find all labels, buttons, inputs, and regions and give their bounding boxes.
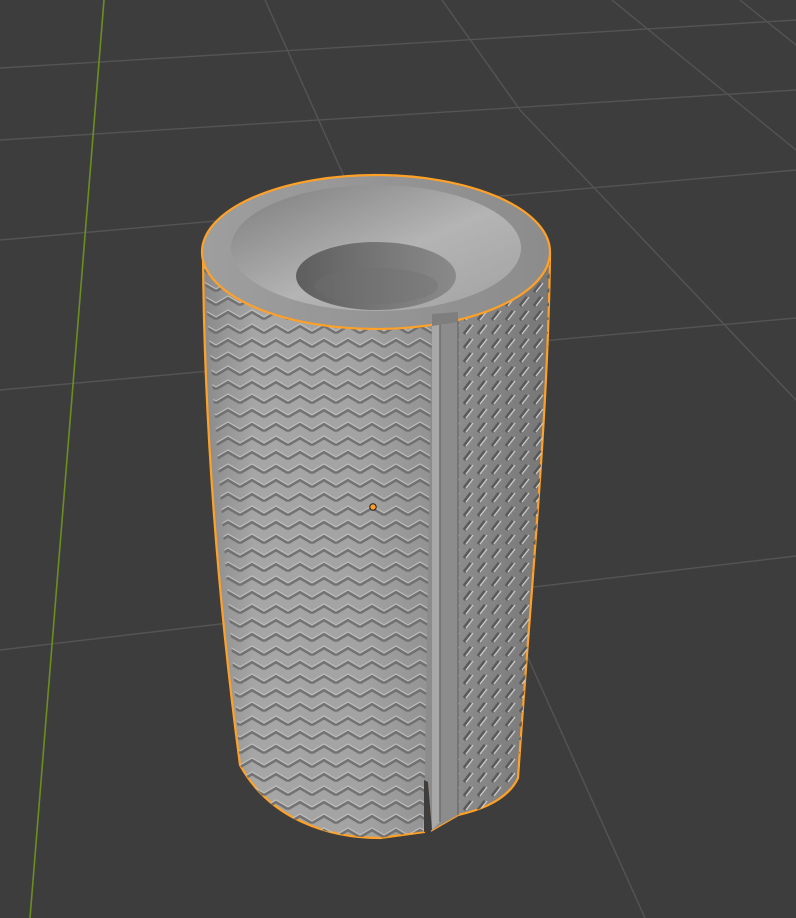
- knurled-cylinder[interactable]: [200, 173, 555, 850]
- knurl-texture-front: [203, 255, 432, 838]
- origin-dot: [369, 503, 377, 511]
- 3d-viewport[interactable]: [0, 0, 796, 918]
- knurl-texture-right: [458, 255, 550, 815]
